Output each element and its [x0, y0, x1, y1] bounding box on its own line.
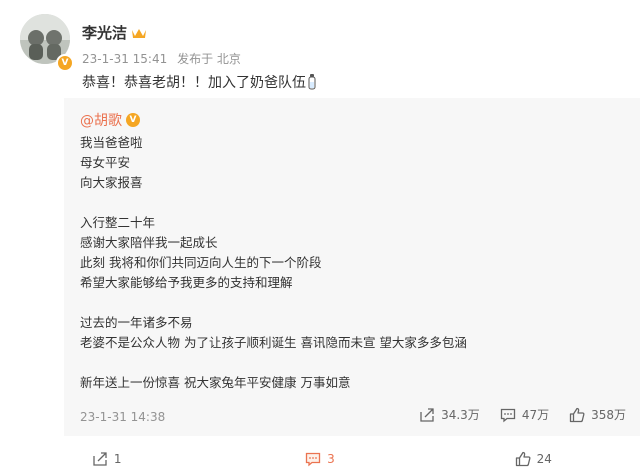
comment-icon — [500, 408, 515, 422]
share-count: 1 — [113, 451, 122, 466]
share-icon — [420, 407, 434, 422]
repost-time[interactable]: 23-1-31 14:38 — [80, 410, 165, 424]
repost-line: 入行整二十年 — [80, 215, 156, 230]
repost-line: 母女平安 — [80, 155, 131, 170]
comment-button[interactable]: 3 — [213, 442, 426, 475]
repost-line: 新年送上一份惊喜 祝大家兔年平安健康 万事如意 — [80, 375, 351, 390]
comment-count: 3 — [327, 451, 335, 466]
post-meta: 23-1-31 15:41 发布于 北京 — [82, 50, 247, 67]
repost-line: 向大家报喜 — [80, 175, 143, 190]
repost-like-count: 358万 — [591, 408, 626, 422]
repost-comment-count: 47万 — [521, 408, 550, 422]
repost-line: 此刻 我将和你们共同迈向人生的下一个阶段 — [80, 255, 322, 270]
username[interactable]: 李光洁 — [82, 22, 147, 43]
repost-share-count: 34.3万 — [441, 408, 480, 422]
post-text-content: 恭喜！恭喜老胡！！加入了奶爸队伍 — [82, 75, 306, 91]
repost-line — [80, 193, 467, 213]
repost-line: 希望大家能够给予我更多的支持和理解 — [80, 275, 293, 290]
comment-icon — [306, 452, 321, 466]
post-text: 恭喜！恭喜老胡！！加入了奶爸队伍 — [82, 72, 316, 92]
repost-card[interactable]: @胡歌 V 我当爸爸啦 母女平安 向大家报喜 入行整二十年 感谢大家陪伴我一起成… — [64, 98, 640, 436]
verified-badge-icon: V — [56, 54, 74, 72]
footer-actions: 1 3 24 — [0, 442, 640, 475]
repost-author-name[interactable]: @胡歌 — [80, 110, 122, 130]
like-button[interactable]: 24 — [427, 442, 640, 475]
repost-line — [80, 293, 467, 313]
crown-icon — [132, 28, 147, 38]
repost-line: 感谢大家陪伴我一起成长 — [80, 235, 218, 250]
repost-line: 我当爸爸啦 — [80, 135, 143, 150]
post-time[interactable]: 23-1-31 15:41 — [82, 52, 167, 66]
repost-line: 过去的一年诸多不易 — [80, 315, 193, 330]
share-icon — [93, 451, 107, 466]
repost-line — [80, 353, 467, 373]
post-source: 发布于 北京 — [177, 52, 241, 66]
repost-like-button[interactable]: 358万 — [569, 406, 626, 423]
like-icon — [569, 407, 585, 422]
verified-badge-icon: V — [126, 113, 140, 127]
share-button[interactable]: 1 — [0, 442, 213, 475]
username-text[interactable]: 李光洁 — [82, 22, 127, 43]
repost-comment-button[interactable]: 47万 — [500, 406, 549, 423]
like-icon — [515, 451, 531, 466]
repost-line: 老婆不是公众人物 为了让孩子顺利诞生 喜讯隐而未宣 望大家多多包涵 — [80, 335, 467, 350]
repost-actions: 34.3万 47万 358万 — [419, 406, 626, 423]
repost-author[interactable]: @胡歌 V — [80, 110, 140, 130]
baby-bottle-icon — [308, 74, 316, 90]
like-count: 24 — [536, 451, 552, 466]
repost-share-button[interactable]: 34.3万 — [419, 406, 480, 423]
repost-body: 我当爸爸啦 母女平安 向大家报喜 入行整二十年 感谢大家陪伴我一起成长 此刻 我… — [80, 133, 467, 393]
